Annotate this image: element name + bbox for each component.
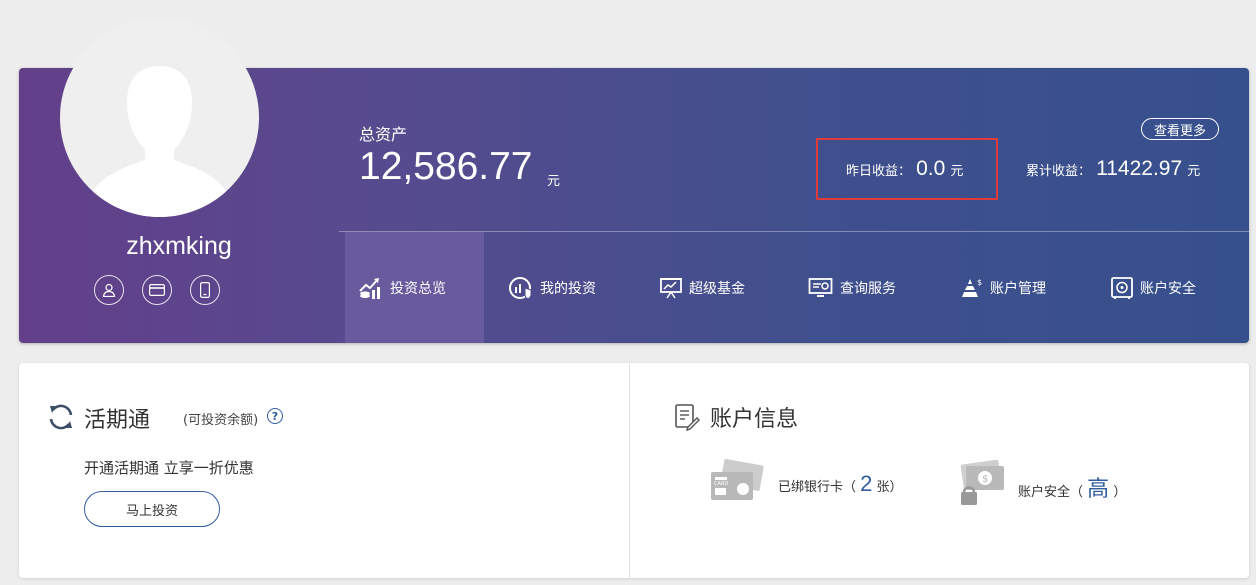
pyramid-icon: $: [962, 278, 982, 297]
view-more-button[interactable]: 查看更多: [1141, 118, 1219, 140]
nav-label: 投资总览: [390, 280, 446, 297]
document-edit-icon: [675, 404, 700, 431]
huoqitong-subtitle: (可投资余额): [183, 413, 259, 428]
yesterday-earnings-label: 昨日收益：: [846, 164, 912, 179]
bound-cards: 已绑银行卡（ 2 张）: [778, 471, 903, 497]
user-icon: [102, 283, 116, 297]
svg-text:$: $: [977, 278, 982, 287]
username: zhxmking: [126, 232, 232, 260]
yesterday-earnings-value: 0.0: [916, 157, 946, 180]
bank-cards-icon: CARD: [711, 459, 764, 500]
safe-icon: [1111, 276, 1133, 299]
huoqitong-promo: 开通活期通 立享一折优惠: [84, 459, 254, 477]
bank-card-button[interactable]: [142, 275, 172, 305]
refresh-icon: [49, 404, 73, 430]
bound-cards-unit: 张）: [876, 480, 903, 495]
money-lock-icon: $: [960, 459, 1004, 505]
nav-item-account-management[interactable]: $ 账户管理: [960, 232, 1046, 343]
investment-icon: [509, 276, 532, 300]
nav-item-super-fund[interactable]: 超级基金: [659, 232, 745, 343]
card-icon: [149, 284, 165, 296]
cumulative-earnings: 累计收益： 11422.97 元: [1026, 157, 1200, 181]
nav-item-investment-overview[interactable]: 投资总览: [345, 232, 484, 343]
bound-cards-label: 已绑银行卡（: [778, 480, 857, 495]
huoqitong-title: 活期通: [84, 408, 151, 433]
security-level-value: 高: [1087, 476, 1110, 501]
total-assets-value: 12,586.77: [359, 145, 533, 188]
nav-label: 我的投资: [540, 280, 596, 297]
total-assets-label: 总资产: [359, 125, 408, 144]
presentation-icon: [660, 277, 682, 298]
phone-icon: [200, 282, 210, 298]
chart-growth-icon: [359, 277, 380, 299]
yesterday-earnings-unit: 元: [950, 164, 964, 179]
bound-cards-count: 2: [860, 471, 873, 496]
avatar[interactable]: [60, 18, 259, 217]
nav-item-query-service[interactable]: 查询服务: [808, 232, 896, 343]
yesterday-earnings: 昨日收益： 0.0 元: [846, 157, 963, 181]
user-profile-button[interactable]: [94, 275, 124, 305]
nav-item-my-investments[interactable]: 我的投资: [508, 232, 596, 343]
svg-text:$: $: [982, 474, 988, 485]
monitor-search-icon: [808, 277, 833, 297]
phone-binding-button[interactable]: [190, 275, 220, 305]
invest-now-button[interactable]: 马上投资: [84, 491, 220, 527]
nav-label: 查询服务: [840, 280, 896, 297]
summary-divider: [629, 363, 630, 578]
help-icon[interactable]: ?: [267, 408, 283, 424]
security-label: 账户安全（: [1018, 485, 1084, 500]
default-user-silhouette-icon: [92, 66, 227, 217]
svg-text:CARD: CARD: [714, 481, 728, 487]
nav-label: 账户安全: [1140, 280, 1196, 297]
total-assets-unit: 元: [547, 174, 561, 189]
account-security-level: 账户安全（ 高 ）: [1018, 471, 1126, 503]
security-close: ）: [1113, 485, 1127, 500]
cumulative-earnings-label: 累计收益：: [1026, 164, 1092, 179]
cumulative-earnings-unit: 元: [1187, 164, 1201, 179]
nav-label: 超级基金: [689, 280, 745, 297]
nav-item-account-security[interactable]: 账户安全: [1110, 232, 1196, 343]
nav-label: 账户管理: [990, 280, 1046, 297]
account-info-title: 账户信息: [710, 407, 799, 432]
cumulative-earnings-value: 11422.97: [1096, 157, 1183, 180]
